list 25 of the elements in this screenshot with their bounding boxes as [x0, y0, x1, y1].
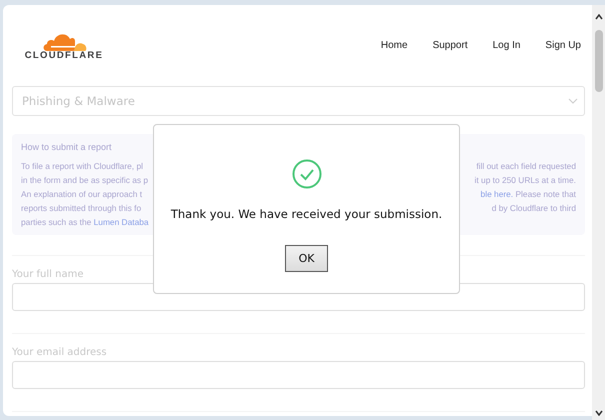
- nav-link[interactable]: Support: [432, 40, 468, 51]
- info-text: in the form and be as specific as p: [21, 175, 148, 187]
- scroll-up-icon[interactable]: [594, 14, 602, 20]
- info-text: fill out each field requested: [476, 161, 576, 173]
- scroll-down-icon[interactable]: [594, 410, 602, 416]
- nav-link[interactable]: Home: [380, 40, 408, 51]
- info-text: An explanation of our approach t: [21, 189, 142, 201]
- info-text: d by Cloudflare to third: [492, 203, 576, 215]
- info-title: How to submit a report: [21, 142, 113, 152]
- info-text: To file a report with Cloudflare, pl: [21, 161, 143, 173]
- input-field[interactable]: [12, 361, 585, 389]
- ok-button[interactable]: OK: [285, 245, 328, 272]
- info-text: it up to 250 URLs at a time.: [474, 175, 576, 187]
- dialog-message: Thank you. We have received your submission.: [170, 207, 442, 221]
- check-circle-icon: [292, 159, 322, 189]
- logo[interactable]: CLOUDFLARE: [18, 30, 110, 61]
- logo-text: CLOUDFLARE: [24, 50, 104, 61]
- info-text: parties such as the Lumen Databa: [21, 217, 149, 229]
- info-text: ble here. Please note that: [480, 189, 576, 201]
- scrollbar[interactable]: [592, 5, 605, 420]
- info-text: reports submitted through this fo: [21, 203, 142, 215]
- scroll-thumb[interactable]: [594, 30, 602, 92]
- chevron-down-icon: [568, 98, 578, 104]
- nav-link[interactable]: Log In: [492, 40, 520, 51]
- nav-link[interactable]: Sign Up: [545, 40, 581, 51]
